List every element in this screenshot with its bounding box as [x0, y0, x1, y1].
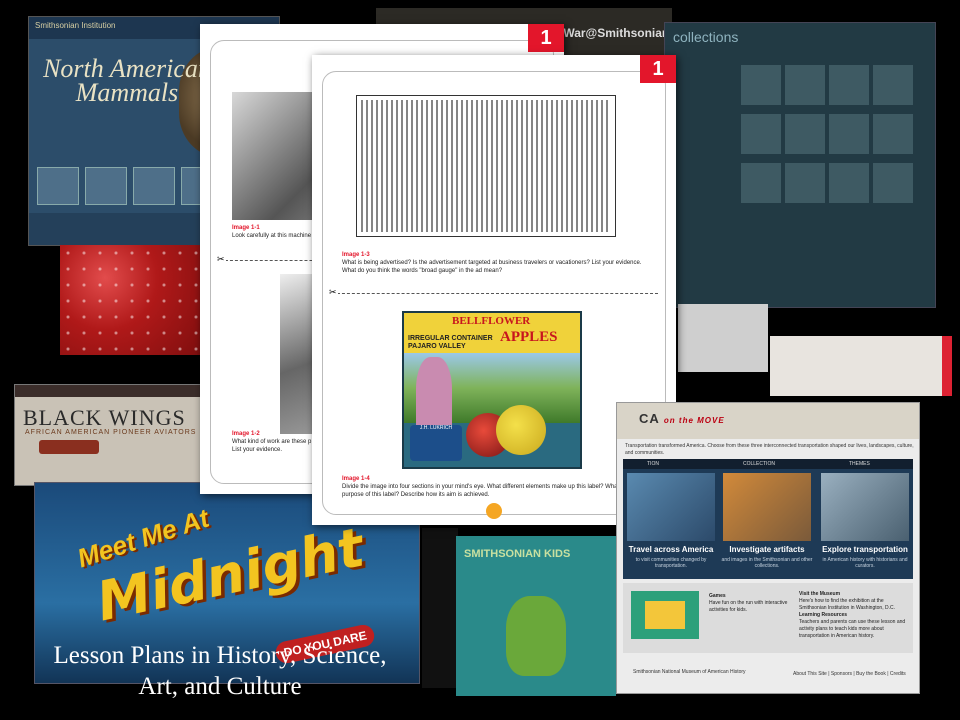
collections-title: collections [673, 29, 739, 45]
games-text: Have fun on the run with interactive act… [709, 600, 788, 613]
cut-line: ✂ [328, 287, 658, 298]
thumbnail [37, 167, 79, 205]
railroad-advertisement-image [356, 95, 616, 237]
move-logo-tag: on the MOVE [663, 416, 725, 425]
black-wings-button [39, 440, 99, 454]
lesson-number-badge: 1 [640, 55, 676, 83]
frog-character [506, 596, 566, 676]
collection-item [785, 163, 825, 203]
panel-subtitle: in American history with historians and … [822, 557, 908, 569]
image-1-3-caption: Image 1-3 What is being advertised? Is t… [342, 251, 652, 275]
visit-section: Visit the Museum Here's how to find the … [799, 591, 909, 640]
collection-item [741, 163, 781, 203]
panel-title[interactable]: Travel across America [625, 545, 717, 554]
footer-links[interactable]: About This Site | Sponsors | Buy the Boo… [793, 671, 906, 677]
america-on-the-move-screenshot: CA on the MOVE Transportation transforme… [616, 402, 920, 694]
collection-item [741, 65, 781, 105]
move-logo-text: CA [639, 411, 660, 426]
tab-collection[interactable]: COLLECTION [743, 461, 775, 467]
tab-map[interactable]: TION [647, 461, 659, 467]
smithsonian-logo: Smithsonian Institution [35, 21, 116, 30]
panel-title[interactable]: Investigate artifacts [721, 545, 813, 554]
image-label: Image 1-3 [342, 252, 370, 258]
learning-link[interactable]: Learning Resources [799, 612, 847, 618]
panel-subtitle: and images in the Smithsonian and other … [721, 557, 813, 569]
black-wings-title: BLACK WINGS [23, 405, 186, 430]
collection-item [873, 114, 913, 154]
caption-line-2: Art, and Culture [138, 673, 302, 700]
collection-item [873, 163, 913, 203]
panel-subtitle: to visit communities changed by transpor… [635, 557, 707, 569]
black-wings-subtitle: AFRICAN AMERICAN PIONEER AVIATORS [25, 429, 197, 436]
collection-item [829, 114, 869, 154]
collection-item [829, 163, 869, 203]
thumbnail [85, 167, 127, 205]
lesson-number-badge: 1 [528, 24, 564, 52]
collection-panel-image[interactable] [723, 473, 811, 541]
scissors-icon: ✂ [328, 287, 338, 298]
civil-war-title: dWar@Smithsonian [556, 26, 670, 40]
bellflower-text: BELLFLOWER [452, 315, 531, 327]
visit-text: Here's how to find the exhibition at the… [799, 598, 895, 611]
collection-item [741, 114, 781, 154]
collection-item [785, 114, 825, 154]
image-label: Image 1-2 [232, 431, 260, 437]
starburst-icon [486, 503, 502, 519]
games-section: Games Have fun on the run with interacti… [709, 593, 789, 614]
yellow-apple [496, 405, 546, 455]
grower-seal: J.H. LUKRICH [410, 425, 462, 461]
slide-caption: Lesson Plans in History, Science, Art, a… [0, 640, 440, 702]
apple-crate-label-image: IRREGULAR CONTAINER BELLFLOWER APPLES PA… [402, 311, 582, 469]
black-wings-nav [15, 385, 225, 397]
grower-name: J.H. LUKRICH [419, 425, 453, 431]
image-1-2-caption: Image 1-2 What kind of work are these p … [232, 430, 312, 454]
map-panel-image[interactable] [627, 473, 715, 541]
move-logo: CA on the MOVE [639, 411, 725, 426]
collections-grid [739, 63, 929, 210]
thumbnail [133, 167, 175, 205]
apples-text: APPLES [500, 329, 558, 345]
directors-chair-image[interactable] [631, 591, 699, 639]
move-lower-section: Games Have fun on the run with interacti… [623, 583, 913, 653]
image-question: Divide the image into four sections in y… [342, 484, 636, 498]
kids-title: SMITHSONIAN KIDS [464, 548, 571, 560]
image-question: What kind of work are these p List your … [232, 439, 312, 453]
irregular-container-text: IRREGULAR CONTAINER [408, 335, 493, 342]
move-tabs: TION COLLECTION THEMES [623, 459, 913, 469]
collection-item [873, 65, 913, 105]
move-panels: TION COLLECTION THEMES Travel across Ame… [623, 459, 913, 579]
scissors-icon: ✂ [216, 254, 226, 265]
image-question: Look carefully at this machine [232, 233, 312, 239]
learning-text: Teachers and parents can use these lesso… [799, 619, 906, 639]
black-wings-screenshot: BLACK WINGS AFRICAN AMERICAN PIONEER AVI… [14, 384, 226, 486]
image-question: What is being advertised? Is the adverti… [342, 260, 642, 274]
smithsonian-kids-screenshot: SMITHSONIAN KIDS [456, 536, 616, 696]
grey-site-fragment [678, 304, 768, 372]
themes-panel-image[interactable] [821, 473, 909, 541]
mammals-title: North American Mammals [43, 54, 211, 107]
museum-name: Smithsonian National Museum of American … [633, 669, 746, 675]
caption-line-1: Lesson Plans in History, Science, [53, 642, 387, 669]
patterned-shirt-image [60, 245, 210, 355]
image-1-4-caption: Image 1-4 Divide the image into four sec… [342, 475, 652, 499]
move-intro: Transportation transformed America. Choo… [625, 443, 914, 456]
panel-title[interactable]: Explore transportation [819, 545, 911, 554]
collections-site-screenshot: collections [664, 22, 936, 308]
collection-item [829, 65, 869, 105]
worksheet-page-fragment [770, 336, 952, 396]
move-footer: Smithsonian National Museum of American … [623, 665, 913, 687]
image-label: Image 1-4 [342, 476, 370, 482]
visit-link[interactable]: Visit the Museum [799, 591, 840, 597]
collection-item [785, 65, 825, 105]
valley-text: PAJARO VALLEY [408, 343, 466, 350]
tab-themes[interactable]: THEMES [849, 461, 870, 467]
games-link[interactable]: Games [709, 593, 726, 599]
